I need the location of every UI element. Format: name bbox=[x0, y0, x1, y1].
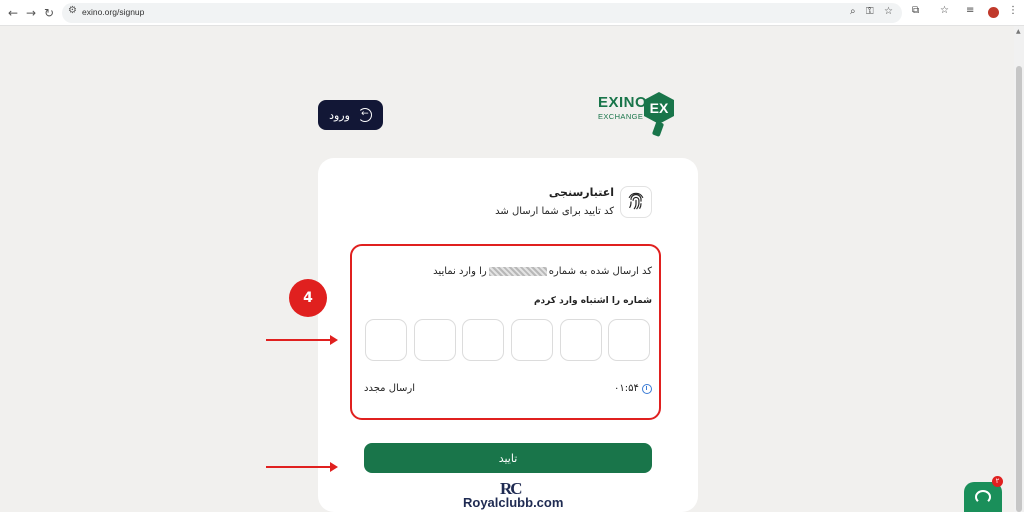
bookmarks-icon[interactable]: ☆ bbox=[940, 5, 949, 16]
back-icon[interactable]: ← bbox=[4, 4, 22, 22]
wrong-number-link[interactable]: شماره را اشتباه وارد کردم bbox=[534, 296, 652, 306]
menu-icon[interactable]: ⋮ bbox=[1008, 5, 1018, 16]
fingerprint-icon bbox=[620, 186, 652, 218]
brand-tag-icon bbox=[651, 121, 665, 137]
chat-bubble-icon bbox=[975, 490, 991, 504]
otp-digit-3[interactable] bbox=[511, 319, 553, 361]
brand-name: EXINO bbox=[598, 94, 648, 111]
address-bar[interactable]: ⚙ exino.org/signup ⌕ ⚿ ☆ bbox=[62, 3, 902, 23]
card-title: اعتبارسنجی bbox=[548, 186, 614, 199]
bookmark-star-icon[interactable]: ☆ bbox=[884, 6, 893, 17]
profile-avatar[interactable] bbox=[988, 7, 999, 18]
code-message-after: را وارد نمایید bbox=[433, 266, 487, 277]
code-sent-message: کد ارسال شده به شماره را وارد نمایید bbox=[433, 266, 652, 277]
login-label: ورود bbox=[329, 108, 350, 122]
confirm-button[interactable]: تایید bbox=[364, 443, 652, 473]
brand-hex-mark: EX bbox=[644, 92, 674, 124]
otp-digit-4[interactable] bbox=[462, 319, 504, 361]
otp-digit-1[interactable] bbox=[608, 319, 650, 361]
site-info-icon[interactable]: ⚙ bbox=[68, 5, 77, 16]
watermark-text: Royalclubb.com bbox=[463, 495, 564, 510]
code-message-before: کد ارسال شده به شماره bbox=[548, 266, 652, 277]
login-button[interactable]: ورود ← bbox=[318, 100, 383, 130]
reload-icon[interactable]: ↻ bbox=[40, 4, 58, 22]
tab-search-icon[interactable]: ≡ bbox=[966, 5, 974, 16]
otp-digit-5[interactable] bbox=[414, 319, 456, 361]
brand-logo[interactable]: EXINO EXCHANGE EX bbox=[598, 92, 678, 140]
card-subtitle: کد تایید برای شما ارسال شد bbox=[495, 206, 614, 217]
page-scrollbar[interactable]: ▲ bbox=[1014, 26, 1024, 512]
countdown-timer: ۰۱:۵۴ bbox=[614, 383, 652, 394]
scroll-thumb[interactable] bbox=[1016, 66, 1022, 512]
login-icon: ← bbox=[357, 108, 372, 122]
timer-value: ۰۱:۵۴ bbox=[614, 383, 639, 394]
zoom-icon[interactable]: ⌕ bbox=[850, 6, 856, 17]
forward-icon[interactable]: → bbox=[22, 4, 40, 22]
browser-toolbar: ← → ↻ ⚙ exino.org/signup ⌕ ⚿ ☆ ⧉ ☆ ≡ ⋮ bbox=[0, 0, 1024, 26]
masked-phone-number bbox=[488, 266, 547, 276]
stopwatch-icon bbox=[641, 383, 652, 394]
otp-digit-6[interactable] bbox=[365, 319, 407, 361]
arrow-to-confirm-icon bbox=[266, 462, 338, 472]
chat-notification-badge: ۲ bbox=[992, 476, 1003, 487]
arrow-to-otp-icon bbox=[266, 335, 338, 345]
otp-digit-2[interactable] bbox=[560, 319, 602, 361]
step-number-badge: 4 bbox=[289, 279, 327, 317]
url-text: exino.org/signup bbox=[82, 7, 145, 17]
resend-code-button[interactable]: ارسال مجدد bbox=[364, 383, 415, 394]
scroll-up-icon[interactable]: ▲ bbox=[1016, 28, 1021, 35]
password-key-icon[interactable]: ⚿ bbox=[866, 6, 874, 17]
brand-tagline: EXCHANGE bbox=[598, 112, 644, 121]
extensions-icon[interactable]: ⧉ bbox=[912, 5, 919, 16]
